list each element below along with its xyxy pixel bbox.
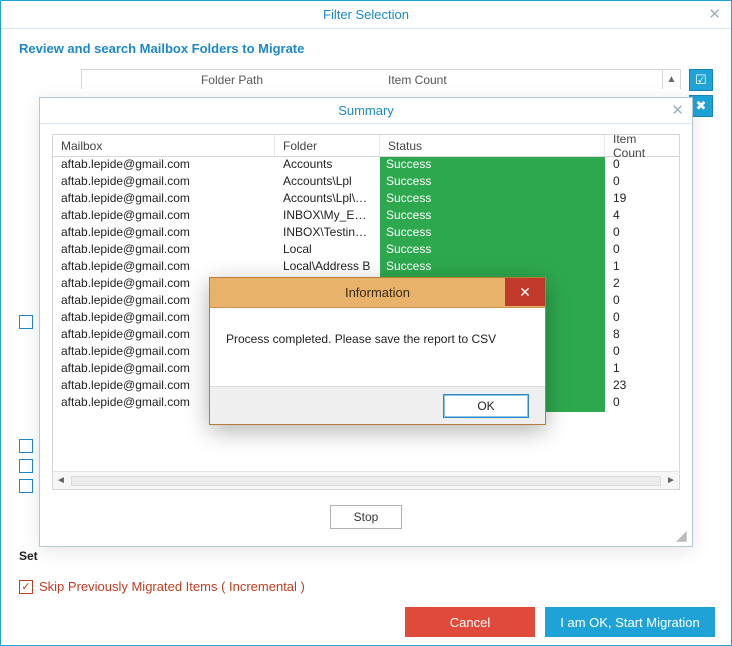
cell-item-count: 19 — [605, 191, 679, 208]
cell-item-count: 0 — [605, 310, 679, 327]
cell-item-count: 0 — [605, 395, 679, 412]
msgbox-message: Process completed. Please save the repor… — [210, 308, 545, 386]
cell-mailbox: aftab.lepide@gmail.com — [53, 191, 275, 208]
table-row[interactable]: aftab.lepide@gmail.comINBOX\Testing MSuc… — [53, 225, 679, 242]
close-icon[interactable]: ✕ — [671, 98, 684, 124]
start-migration-button[interactable]: I am OK, Start Migration — [545, 607, 715, 637]
summary-title: Summary — [338, 103, 394, 118]
resize-grip-icon[interactable]: ◢ — [676, 530, 688, 542]
checkbox[interactable] — [19, 459, 33, 473]
window-titlebar: Filter Selection ✕ — [1, 1, 731, 29]
cell-status: Success — [380, 208, 605, 225]
msgbox-titlebar: Information ✕ — [210, 278, 545, 308]
cell-item-count: 2 — [605, 276, 679, 293]
scrollbar-track[interactable] — [71, 476, 661, 486]
cell-folder: Accounts\Lpl — [275, 174, 380, 191]
cell-item-count: 0 — [605, 225, 679, 242]
cell-status: Success — [380, 259, 605, 276]
information-dialog: Information ✕ Process completed. Please … — [209, 277, 546, 425]
header-status[interactable]: Status — [380, 135, 605, 156]
review-heading: Review and search Mailbox Folders to Mig… — [19, 41, 713, 56]
column-item-count[interactable]: Item Count — [382, 73, 662, 87]
close-icon[interactable]: ✕ — [708, 1, 721, 29]
cell-mailbox: aftab.lepide@gmail.com — [53, 208, 275, 225]
cell-item-count: 0 — [605, 344, 679, 361]
cell-folder: Accounts — [275, 157, 380, 174]
close-icon[interactable]: ✕ — [505, 278, 545, 306]
cell-item-count: 0 — [605, 242, 679, 259]
cell-status: Success — [380, 242, 605, 259]
cell-folder: Local — [275, 242, 380, 259]
table-row[interactable]: aftab.lepide@gmail.comAccounts\LplSucces… — [53, 174, 679, 191]
msgbox-title: Information — [345, 285, 410, 300]
header-item-count[interactable]: Item Count — [605, 135, 679, 156]
column-folder-path[interactable]: Folder Path — [82, 73, 382, 87]
window-title: Filter Selection — [323, 7, 409, 22]
cell-mailbox: aftab.lepide@gmail.com — [53, 259, 275, 276]
table-row[interactable]: aftab.lepide@gmail.comAccountsSuccess0 — [53, 157, 679, 174]
scroll-right-icon[interactable]: ► — [663, 473, 679, 489]
header-folder[interactable]: Folder — [275, 135, 380, 156]
cell-status: Success — [380, 191, 605, 208]
select-all-icon[interactable]: ☑ — [689, 69, 713, 91]
cell-item-count: 0 — [605, 157, 679, 174]
skip-checkbox[interactable]: ✓ — [19, 580, 33, 594]
set-label: Set — [19, 549, 38, 563]
cell-mailbox: aftab.lepide@gmail.com — [53, 225, 275, 242]
cancel-button[interactable]: Cancel — [405, 607, 535, 637]
stop-button[interactable]: Stop — [330, 505, 402, 529]
checkbox[interactable] — [19, 439, 33, 453]
cell-item-count: 1 — [605, 361, 679, 378]
table-row[interactable]: aftab.lepide@gmail.comAccounts\Lpl\N...S… — [53, 191, 679, 208]
header-mailbox[interactable]: Mailbox — [53, 135, 275, 156]
checkbox[interactable] — [19, 315, 33, 329]
cell-folder: Local\Address B — [275, 259, 380, 276]
table-row[interactable]: aftab.lepide@gmail.comLocalSuccess0 — [53, 242, 679, 259]
cell-item-count: 8 — [605, 327, 679, 344]
cell-mailbox: aftab.lepide@gmail.com — [53, 157, 275, 174]
cell-status: Success — [380, 174, 605, 191]
scroll-up-icon[interactable]: ▲ — [662, 70, 680, 89]
checkbox[interactable] — [19, 479, 33, 493]
cell-item-count: 23 — [605, 378, 679, 395]
cell-folder: INBOX\My_Emails — [275, 208, 380, 225]
table-row[interactable]: aftab.lepide@gmail.comLocal\Address BSuc… — [53, 259, 679, 276]
cell-folder: INBOX\Testing M — [275, 225, 380, 242]
cell-item-count: 4 — [605, 208, 679, 225]
cell-mailbox: aftab.lepide@gmail.com — [53, 242, 275, 259]
skip-label: Skip Previously Migrated Items ( Increme… — [39, 579, 305, 594]
ok-button[interactable]: OK — [443, 394, 529, 418]
grid-header: Mailbox Folder Status Item Count — [53, 135, 679, 157]
cell-mailbox: aftab.lepide@gmail.com — [53, 174, 275, 191]
cell-status: Success — [380, 157, 605, 174]
horizontal-scrollbar[interactable]: ◄ ► — [53, 471, 679, 489]
table-row[interactable]: aftab.lepide@gmail.comINBOX\My_EmailsSuc… — [53, 208, 679, 225]
cell-item-count: 0 — [605, 293, 679, 310]
cell-item-count: 1 — [605, 259, 679, 276]
folder-columns-header: Folder Path Item Count ▲ — [81, 69, 681, 89]
scroll-left-icon[interactable]: ◄ — [53, 473, 69, 489]
summary-titlebar: Summary ✕ — [40, 98, 692, 124]
cell-item-count: 0 — [605, 174, 679, 191]
cell-folder: Accounts\Lpl\N... — [275, 191, 380, 208]
cell-status: Success — [380, 225, 605, 242]
